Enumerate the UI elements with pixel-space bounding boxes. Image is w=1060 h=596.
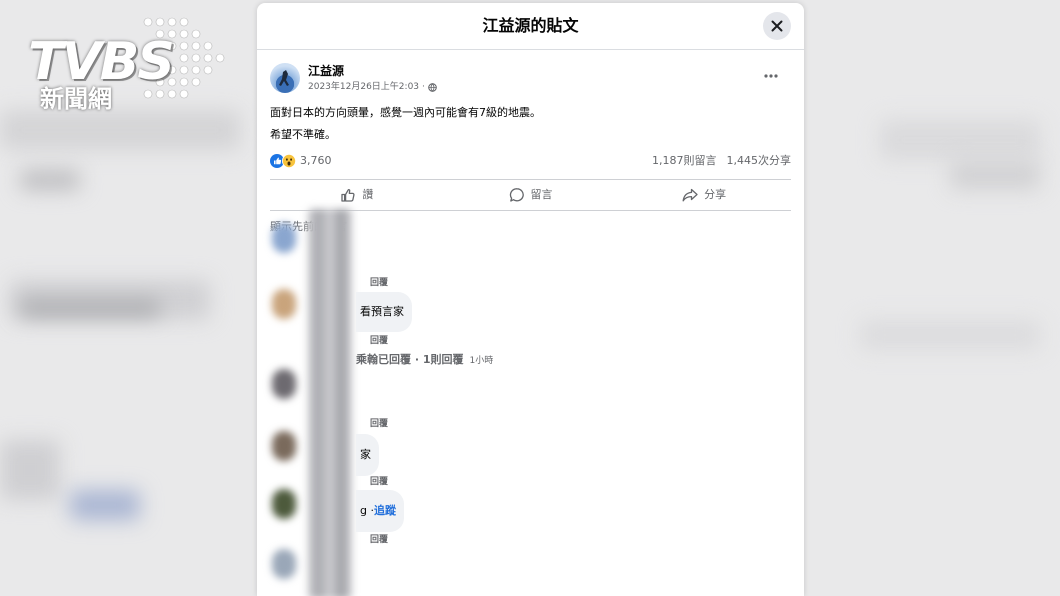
comments-section: 回覆 看預言家 回覆 乘翰已回覆 · 1則回覆 1小時 回覆 家 回覆 g · … — [270, 209, 791, 596]
post-dialog: 江益源的貼文 江益源 2023年12月26日上午2:03 · 面對日本的方向頭暈… — [257, 3, 804, 596]
post-body: 面對日本的方向頭暈，感覺一週內可能會有7級的地震。 希望不準確。 — [270, 105, 791, 143]
post-meta: 2023年12月26日上午2:03 · — [308, 81, 437, 93]
globe-icon — [428, 82, 437, 92]
commenter-avatar — [272, 223, 296, 253]
tvbs-watermark-logo: TVBS 新聞網 — [28, 16, 225, 116]
commenter-avatar — [272, 549, 296, 579]
reply-link[interactable]: 回覆 — [370, 335, 388, 347]
dialog-header: 江益源的貼文 — [257, 3, 804, 50]
close-button[interactable] — [763, 12, 791, 40]
thumbs-up-icon — [341, 188, 355, 202]
post-author-row: 江益源 2023年12月26日上午2:03 · — [270, 61, 791, 105]
reaction-count: 3,760 — [300, 154, 332, 167]
like-label: 讚 — [362, 188, 374, 201]
blurred-commenters — [270, 209, 356, 596]
reply-thread-text: 乘翰已回覆 · 1則回覆 — [356, 353, 464, 366]
avatar-figure-icon — [279, 70, 289, 86]
more-dots-icon — [764, 74, 778, 78]
follow-link[interactable]: 追蹤 — [374, 504, 396, 518]
watermark-subtitle: 新聞網 — [40, 85, 112, 113]
post-line-1: 面對日本的方向頭暈，感覺一週內可能會有7級的地震。 — [270, 106, 541, 119]
comment-bubble: 看預言家 — [356, 292, 412, 332]
reply-thread-time: 1小時 — [469, 356, 494, 366]
comment-text: g · — [360, 504, 374, 517]
author-avatar[interactable] — [270, 63, 300, 93]
post-actions: 讚 留言 分享 — [270, 179, 791, 211]
comment-label: 留言 — [530, 188, 553, 201]
commenter-avatar — [272, 431, 296, 461]
dialog-title: 江益源的貼文 — [482, 16, 579, 35]
comment-text: 家 — [360, 448, 371, 461]
watermark-brand: TVBS — [28, 32, 175, 92]
post-line-2: 希望不準確。 — [270, 128, 336, 141]
comment-text: 看預言家 — [360, 305, 404, 318]
like-button[interactable]: 讚 — [270, 180, 444, 210]
reply-link[interactable]: 回覆 — [370, 277, 388, 289]
share-button[interactable]: 分享 — [617, 180, 791, 210]
comment-bubble: 家 — [356, 434, 379, 476]
reply-link[interactable]: 回覆 — [370, 534, 388, 546]
close-icon — [771, 20, 783, 32]
commenter-avatar — [272, 489, 296, 519]
shares-count-link[interactable]: 1,445次分享 — [727, 149, 792, 173]
comments-count-link[interactable]: 1,187則留言 — [652, 149, 717, 173]
more-options-button[interactable] — [759, 67, 783, 85]
comment-bubble: g · 追蹤 — [356, 490, 404, 532]
share-label: 分享 — [704, 188, 727, 201]
comment-bubble-icon — [509, 188, 524, 202]
post-timestamp[interactable]: 2023年12月26日上午2:03 — [308, 81, 419, 93]
reactions-summary[interactable]: 3,760 — [270, 149, 332, 173]
blurred-commenter-names — [308, 209, 352, 596]
share-arrow-icon — [682, 188, 698, 202]
author-name[interactable]: 江益源 — [308, 63, 344, 79]
comment-button[interactable]: 留言 — [444, 180, 618, 210]
reply-link[interactable]: 回覆 — [370, 476, 388, 488]
post-stats: 3,760 1,187則留言 1,445次分享 — [270, 149, 791, 173]
reply-link[interactable]: 回覆 — [370, 418, 388, 430]
commenter-avatar — [272, 369, 296, 399]
wow-icon — [282, 154, 296, 168]
commenter-avatar — [272, 289, 296, 319]
view-replies-link[interactable]: 乘翰已回覆 · 1則回覆 1小時 — [356, 353, 493, 367]
